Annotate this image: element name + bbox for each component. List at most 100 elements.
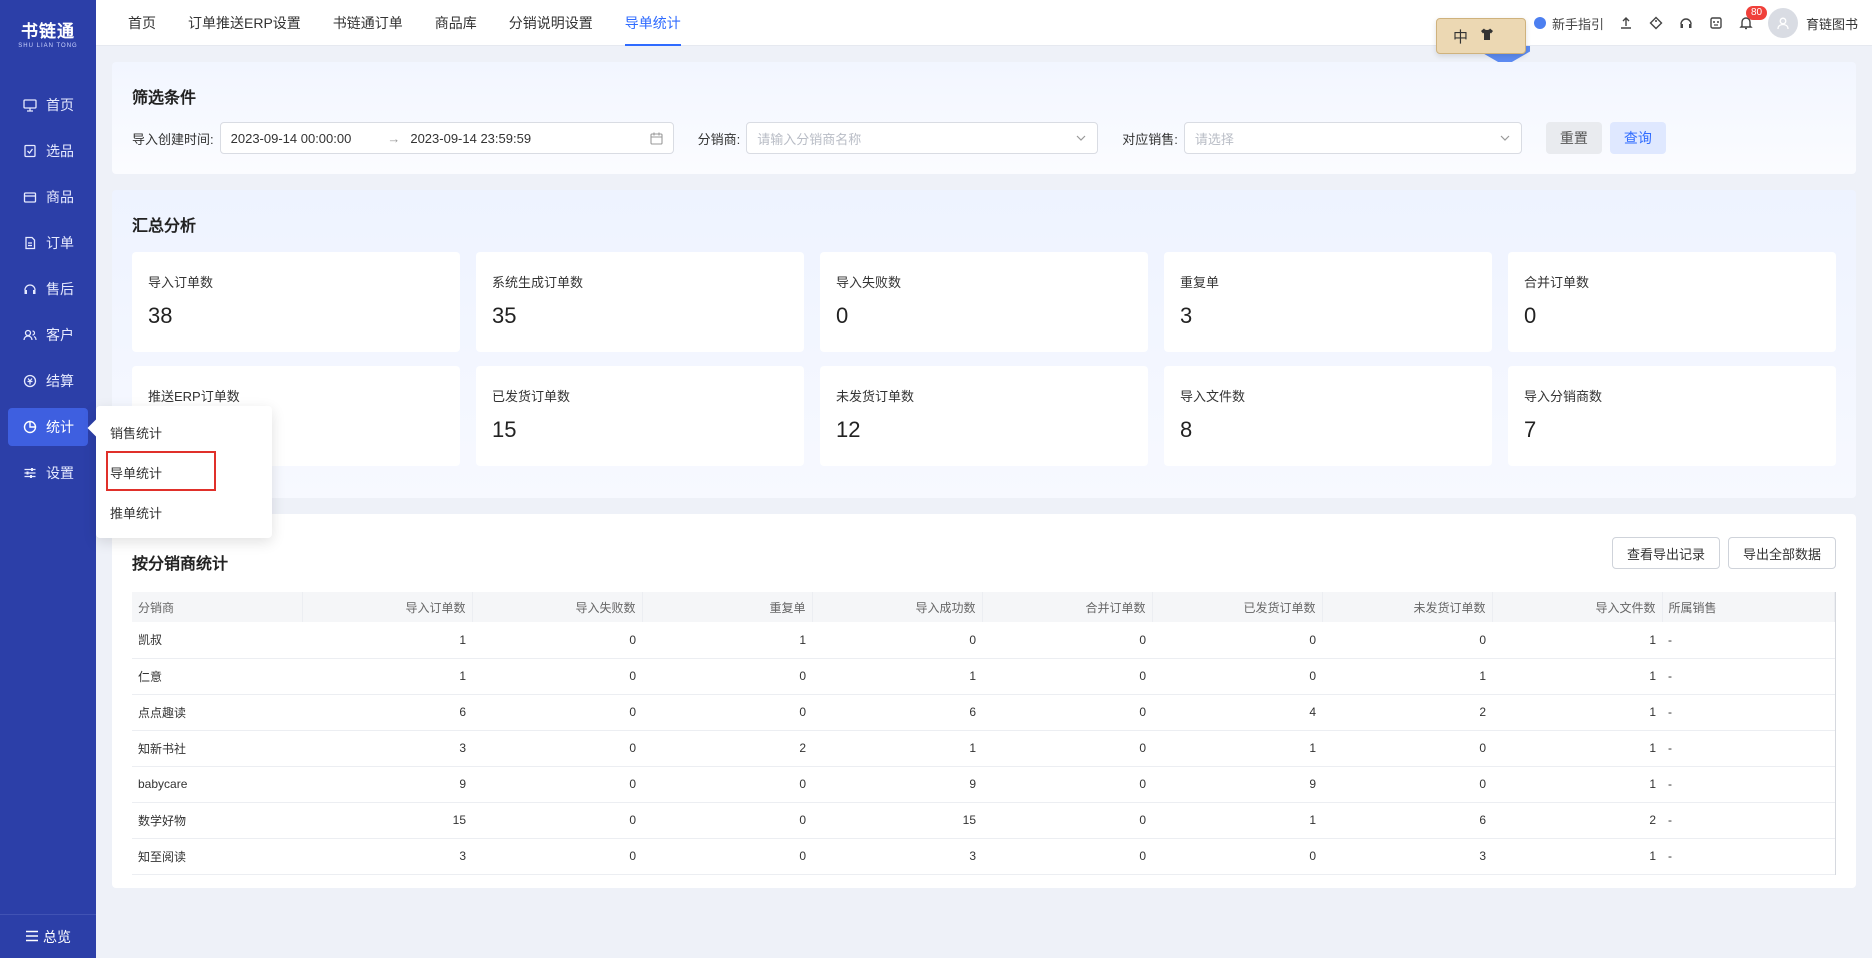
bell-icon[interactable]: 80 <box>1738 6 1768 31</box>
logo[interactable]: 书链通 SHU LIAN TONG <box>0 0 96 66</box>
stat-card: 未发货订单数 12 <box>820 366 1148 466</box>
tab-erp-push-settings[interactable]: 订单推送ERP设置 <box>172 0 317 46</box>
table-cell: 0 <box>1152 838 1322 875</box>
view-export-log-button[interactable]: 查看导出记录 <box>1611 537 1720 569</box>
sidebar-footer-label: 总览 <box>43 928 71 945</box>
sidebar-item-statistics[interactable]: 统计 <box>8 408 88 446</box>
table-row: 仁意 1 0 0 1 0 0 1 1- <box>132 658 1835 695</box>
column-header[interactable]: 导入成功数 <box>812 592 983 622</box>
column-header[interactable]: 导入失败数 <box>472 592 643 622</box>
table-cell: 9 <box>302 766 472 803</box>
table-row: 知至阅读 3 0 0 3 0 0 3 1- <box>132 838 1835 875</box>
table-cell: 1 <box>1492 622 1662 659</box>
top-tabs: 首页 订单推送ERP设置 书链通订单 商品库 分销说明设置 导单统计 <box>96 0 697 46</box>
notification-badge: 80 <box>1745 6 1768 20</box>
sales-select[interactable]: 请选择 <box>1183 122 1522 154</box>
stat-card: 导入文件数 8 <box>1164 366 1492 466</box>
distributor-stats-panel: 按分销商统计 查看导出记录 导出全部数据 分销商 导入订单数 导入失败数 重复单… <box>112 514 1856 888</box>
table-cell: 15 <box>302 802 472 839</box>
top-bar: 首页 订单推送ERP设置 书链通订单 商品库 分销说明设置 导单统计 新手指引 … <box>96 0 1872 46</box>
table-cell: 0 <box>472 730 642 767</box>
column-header[interactable]: 未发货订单数 <box>1322 592 1493 622</box>
table-cell: 0 <box>982 838 1152 875</box>
table-cell: 9 <box>1152 766 1322 803</box>
tab-distribution-settings[interactable]: 分销说明设置 <box>493 0 609 46</box>
service-icon <box>22 281 38 297</box>
sidebar-item-label: 售后 <box>46 281 74 297</box>
tag-icon[interactable] <box>1648 15 1664 31</box>
tab-sltong-orders[interactable]: 书链通订单 <box>317 0 419 46</box>
table-cell: - <box>1662 766 1835 803</box>
table-cell: 4 <box>1152 694 1322 731</box>
top-right-tools: 新手指引 80 育链图书 <box>1532 0 1858 46</box>
query-button[interactable]: 查询 <box>1609 122 1666 154</box>
table-cell: - <box>1662 802 1835 839</box>
sidebar-item-customers[interactable]: 客户 <box>8 316 88 354</box>
headset-icon[interactable] <box>1678 15 1694 31</box>
stat-card: 导入失败数 0 <box>820 252 1148 352</box>
table-cell: 9 <box>812 766 982 803</box>
column-header[interactable]: 分销商 <box>132 592 303 622</box>
sidebar-overview-button[interactable]: 总览 <box>0 914 96 958</box>
robot-icon[interactable] <box>1708 15 1724 31</box>
sidebar-item-home[interactable]: 首页 <box>8 86 88 124</box>
reset-button[interactable]: 重置 <box>1545 122 1602 154</box>
table-cell: 3 <box>812 838 982 875</box>
sidebar-item-selection[interactable]: 选品 <box>8 132 88 170</box>
sidebar-item-settings[interactable]: 设置 <box>8 454 88 492</box>
avatar <box>1767 8 1798 38</box>
sidebar-item-orders[interactable]: 订单 <box>8 224 88 262</box>
table-row: 知新书社 3 0 2 1 0 1 0 1- <box>132 730 1835 767</box>
table-cell: 0 <box>982 694 1152 731</box>
export-all-button[interactable]: 导出全部数据 <box>1727 537 1836 569</box>
table-cell: 0 <box>642 766 812 803</box>
table-cell: 0 <box>1322 730 1492 767</box>
filter-title: 筛选条件 <box>132 90 197 107</box>
distributor-input[interactable]: 请输入分销商名称 <box>746 122 1099 154</box>
column-header[interactable]: 导入文件数 <box>1492 592 1663 622</box>
table-cell: 0 <box>642 694 812 731</box>
sidebar-item-products[interactable]: 商品 <box>8 178 88 216</box>
shirt-icon <box>1480 27 1494 45</box>
table-header-row: 分销商 导入订单数 导入失败数 重复单 导入成功数 合并订单数 已发货订单数 未… <box>132 592 1835 622</box>
table-cell: 0 <box>1322 766 1492 803</box>
tab-home[interactable]: 首页 <box>112 0 172 46</box>
selection-highlight-box <box>106 451 216 491</box>
table-cell: 0 <box>472 622 642 659</box>
guide-link[interactable]: 新手指引 <box>1532 14 1604 33</box>
settle-icon <box>22 373 38 389</box>
sidebar-item-aftersale[interactable]: 售后 <box>8 270 88 308</box>
stat-value: 15 <box>492 417 517 442</box>
stat-label: 合并订单数 <box>1524 275 1590 290</box>
column-header[interactable]: 重复单 <box>642 592 813 622</box>
column-header[interactable]: 导入订单数 <box>302 592 473 622</box>
column-header[interactable]: 所属销售 <box>1662 592 1835 622</box>
table-cell: babycare <box>132 766 302 803</box>
user-menu[interactable]: 育链图书 <box>1767 8 1858 38</box>
chevron-down-icon <box>1075 132 1087 147</box>
column-header[interactable]: 合并订单数 <box>982 592 1153 622</box>
date-start-value: 2023-09-14 00:00:00 <box>230 130 352 146</box>
stat-label: 推送ERP订单数 <box>148 389 240 404</box>
tab-product-library[interactable]: 商品库 <box>419 0 493 46</box>
table-cell: 1 <box>302 658 472 695</box>
table-cell: 0 <box>472 802 642 839</box>
table-cell: 0 <box>642 802 812 839</box>
sidebar-item-settlement[interactable]: 结算 <box>8 362 88 400</box>
column-header[interactable]: 已发货订单数 <box>1152 592 1323 622</box>
submenu-item-push-statistics[interactable]: 推单统计 <box>96 494 272 534</box>
date-range-picker[interactable]: 2023-09-14 00:00:00 → 2023-09-14 23:59:5… <box>219 122 674 154</box>
table-cell: 0 <box>982 766 1152 803</box>
table-cell: 3 <box>1322 838 1492 875</box>
stat-label: 导入失败数 <box>836 275 902 290</box>
tab-import-statistics[interactable]: 导单统计 <box>609 0 697 46</box>
distributor-stats-header: 按分销商统计 查看导出记录 导出全部数据 <box>132 532 1836 574</box>
table-cell: 0 <box>472 838 642 875</box>
sidebar-nav: 首页 选品 商品 订单 售后 客户 结算 统计 设置 <box>0 86 96 492</box>
table-cell: 0 <box>982 730 1152 767</box>
upload-icon[interactable] <box>1618 15 1634 31</box>
table-cell: 2 <box>1492 802 1662 839</box>
submenu-item-sales-statistics[interactable]: 销售统计 <box>96 414 272 454</box>
table-cell: 2 <box>642 730 812 767</box>
table-row: 点点趣读 6 0 0 6 0 4 2 1- <box>132 694 1835 731</box>
